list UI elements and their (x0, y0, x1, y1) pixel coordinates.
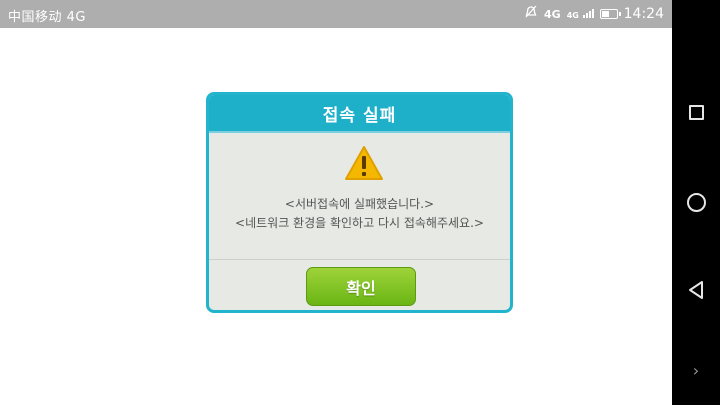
status-icons: 4G 4G 14:24 (524, 5, 664, 23)
signal-label: 4G (566, 11, 579, 20)
triangle-back-icon (687, 280, 705, 304)
carrier-label: 中国移动 4G (8, 10, 86, 25)
recent-apps-button[interactable] (684, 100, 708, 124)
warning-icon (344, 145, 384, 181)
battery-icon (599, 9, 621, 19)
no-notification-icon (524, 5, 538, 23)
expand-button[interactable]: › (684, 358, 708, 382)
dialog-message: <서버접속에 실패했습니다.> <네트워크 환경을 확인하고 다시 접속해주세요… (209, 195, 510, 233)
home-button[interactable] (684, 190, 708, 214)
circle-icon (686, 192, 706, 212)
navigation-bar: › (672, 0, 720, 405)
message-line-2: <네트워크 환경을 확인하고 다시 접속해주세요.> (235, 216, 484, 230)
signal-icon: 4G (567, 8, 594, 20)
back-button[interactable] (684, 280, 708, 304)
divider (209, 259, 510, 260)
chevron-right-icon: › (692, 360, 700, 380)
message-line-1: <서버접속에 실패했습니다.> (284, 197, 435, 211)
square-icon (688, 104, 704, 120)
status-bar: 中国移动 4G 4G 4G 14:24 (0, 0, 672, 28)
confirm-button[interactable]: 확인 (306, 267, 416, 306)
network-type-icon: 4G (544, 7, 561, 21)
dialog-title: 접속 실패 (209, 95, 510, 133)
connection-failed-dialog: 접속 실패 <서버접속에 실패했습니다.> <네트워크 환경을 확인하고 다시 … (206, 92, 513, 313)
clock: 14:24 (623, 6, 664, 22)
